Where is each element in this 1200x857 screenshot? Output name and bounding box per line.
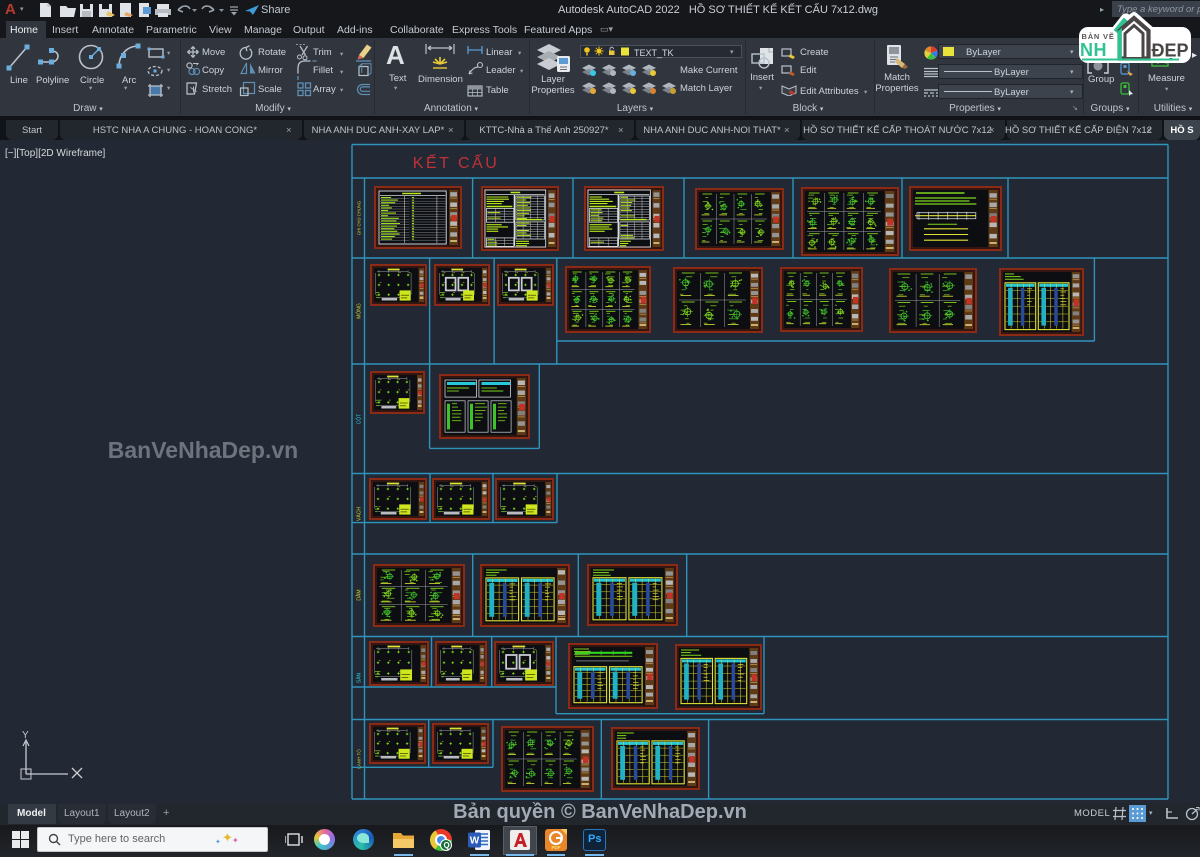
svg-text:[−][Top][2D Wireframe]: [−][Top][2D Wireframe] — [5, 148, 106, 159]
svg-text:BanVeNhaDep.vn: BanVeNhaDep.vn — [108, 437, 298, 463]
svg-text:KẾT CẤU: KẾT CẤU — [413, 153, 500, 172]
svg-text:VÁCH: VÁCH — [356, 507, 363, 521]
svg-text:LANH TÔ: LANH TÔ — [356, 749, 362, 769]
svg-text:MÓNG: MÓNG — [356, 303, 363, 319]
svg-text:GHI CHÚ CHUNG: GHI CHÚ CHUNG — [357, 201, 362, 235]
svg-text:DẦM: DẦM — [356, 589, 363, 600]
svg-text:ĐẸP: ĐẸP — [1152, 41, 1189, 61]
svg-text:NH: NH — [1080, 40, 1107, 60]
svg-text:CỘT: CỘT — [356, 414, 363, 425]
svg-text:Y: Y — [22, 730, 29, 741]
svg-text:W: W — [470, 836, 480, 847]
svg-text:PDF: PDF — [552, 845, 561, 850]
svg-text:SÀN: SÀN — [356, 672, 363, 683]
